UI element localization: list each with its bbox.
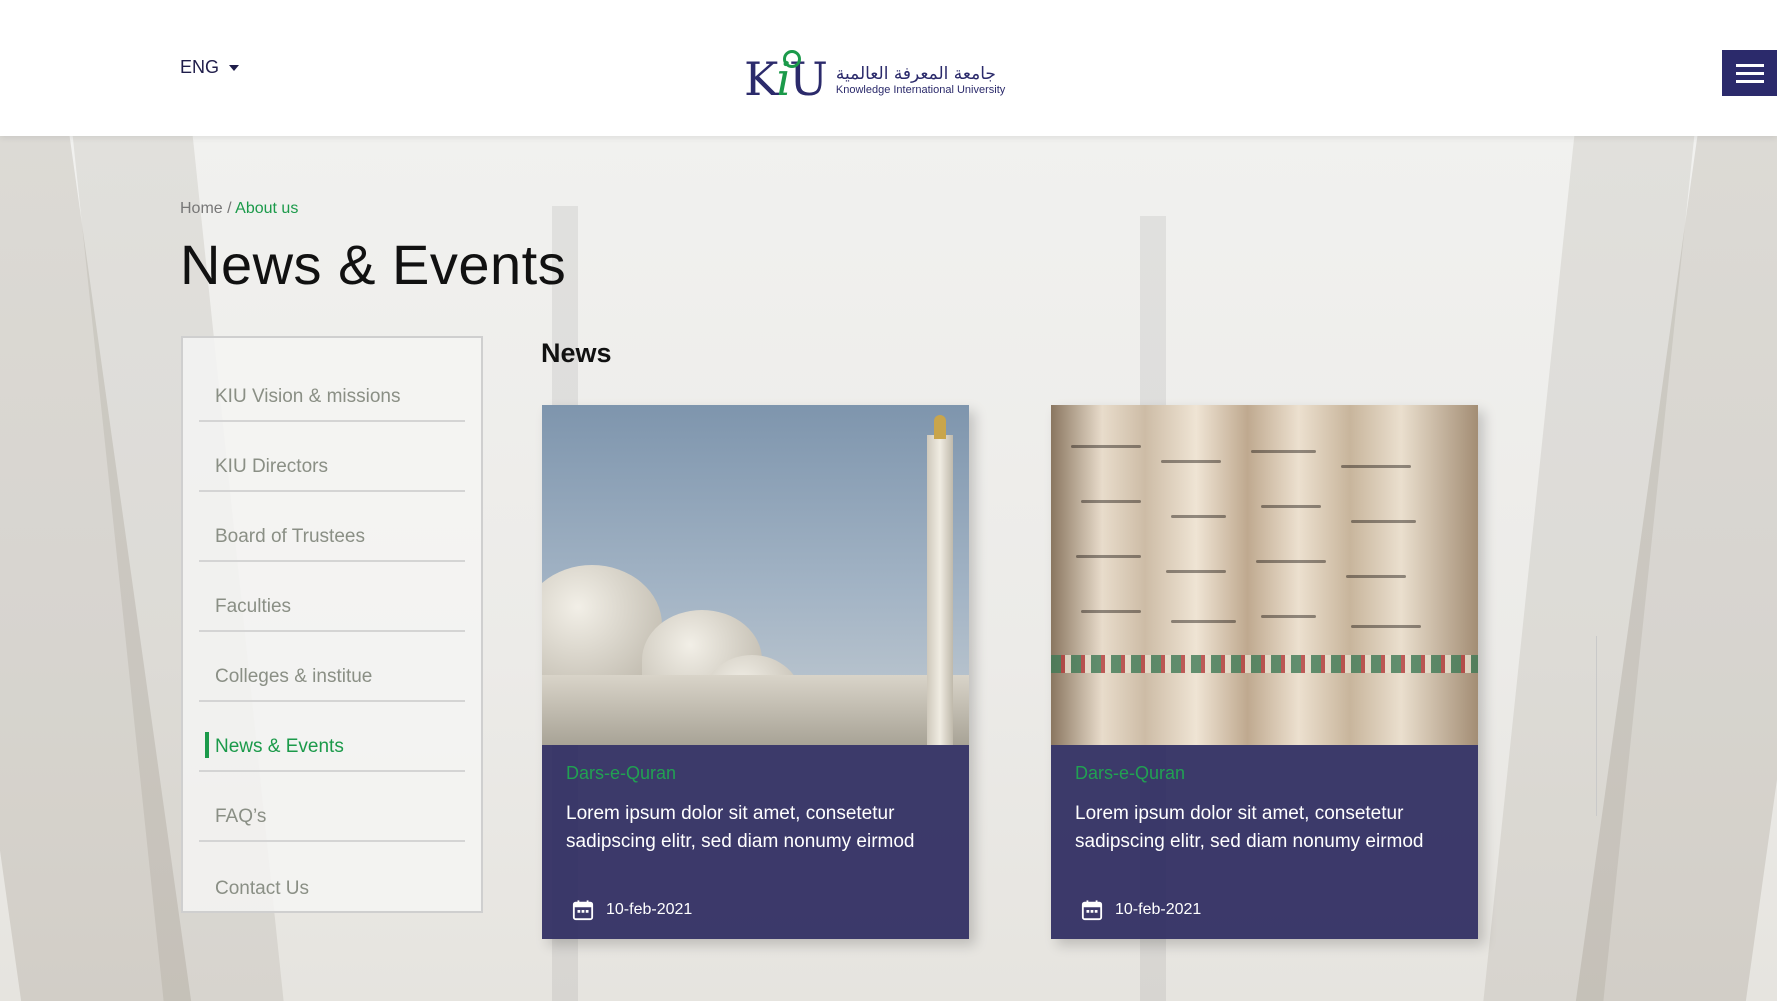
- news-card-content: Dars-e-Quran Lorem ipsum dolor sit amet,…: [1051, 745, 1478, 939]
- calendar-icon: [1081, 900, 1103, 921]
- sidebar-item-label: Faculties: [215, 596, 292, 617]
- logo[interactable]: KiU جامعة المعرفة العالمية Knowledge Int…: [744, 22, 1005, 102]
- news-card-description: Lorem ipsum dolor sit amet, consetetur s…: [566, 803, 915, 852]
- hamburger-menu-button[interactable]: [1722, 50, 1777, 96]
- sidebar-item-faculties[interactable]: Faculties: [199, 562, 465, 632]
- news-card-description: Lorem ipsum dolor sit amet, consetetur s…: [1075, 803, 1424, 852]
- calendar-icon: [572, 900, 594, 921]
- sidebar-item-faqs[interactable]: FAQ’s: [199, 772, 465, 842]
- news-card-date: 10-feb-2021: [1081, 899, 1201, 921]
- news-card-category[interactable]: Dars-e-Quran: [566, 763, 945, 784]
- caret-down-icon: [229, 64, 240, 71]
- language-label: ENG: [180, 57, 220, 77]
- breadcrumb-current[interactable]: About us: [235, 200, 298, 217]
- breadcrumb-home-link[interactable]: Home: [180, 200, 223, 217]
- sidebar-nav: KIU Vision & missions KIU Directors Boar…: [181, 336, 483, 913]
- mosque-photo: [542, 405, 969, 745]
- breadcrumb: Home / About us: [180, 200, 298, 218]
- sidebar-item-board[interactable]: Board of Trustees: [199, 492, 465, 562]
- logo-arabic-name: جامعة المعرفة العالمية: [835, 64, 996, 84]
- news-card-date-text: 10-feb-2021: [1115, 901, 1202, 918]
- language-selector[interactable]: ENG: [180, 57, 240, 78]
- news-card-date-text: 10-feb-2021: [606, 901, 693, 918]
- carousel-scroll-indicator[interactable]: [1596, 636, 1597, 816]
- sidebar-item-label: FAQ’s: [215, 806, 267, 827]
- news-card[interactable]: Dars-e-Quran Lorem ipsum dolor sit amet,…: [542, 405, 969, 939]
- site-header: ENG KiU جامعة المعرفة العالمية Knowledge…: [0, 0, 1777, 136]
- sidebar-item-label: Board of Trustees: [215, 526, 365, 547]
- logo-mark: KiU: [744, 50, 828, 106]
- sidebar-item-label: Contact Us: [215, 878, 309, 899]
- sidebar-item-label: News & Events: [215, 736, 344, 757]
- sidebar-item-colleges[interactable]: Colleges & institue: [199, 632, 465, 702]
- sidebar-item-news-events[interactable]: News & Events: [199, 702, 465, 772]
- news-card[interactable]: Dars-e-Quran Lorem ipsum dolor sit amet,…: [1051, 405, 1478, 939]
- sidebar-item-label: KIU Vision & missions: [215, 386, 401, 407]
- logo-globe-icon: [783, 50, 801, 68]
- breadcrumb-separator: /: [227, 200, 232, 217]
- news-card-content: Dars-e-Quran Lorem ipsum dolor sit amet,…: [542, 745, 969, 939]
- sidebar-item-contact[interactable]: Contact Us: [199, 842, 465, 912]
- sidebar-item-label: Colleges & institue: [215, 666, 373, 687]
- sidebar-item-label: KIU Directors: [215, 456, 328, 477]
- news-heading: News: [541, 338, 612, 368]
- news-card-date: 10-feb-2021: [572, 899, 692, 921]
- hamburger-icon: [1735, 63, 1764, 67]
- logo-english-name: Knowledge International University: [835, 84, 1006, 96]
- sidebar-item-directors[interactable]: KIU Directors: [199, 422, 465, 492]
- page-title: News & Events: [180, 233, 567, 296]
- sidebar-item-vision[interactable]: KIU Vision & missions: [199, 352, 465, 422]
- quran-scroll-photo: [1051, 405, 1478, 745]
- news-card-category[interactable]: Dars-e-Quran: [1075, 763, 1454, 784]
